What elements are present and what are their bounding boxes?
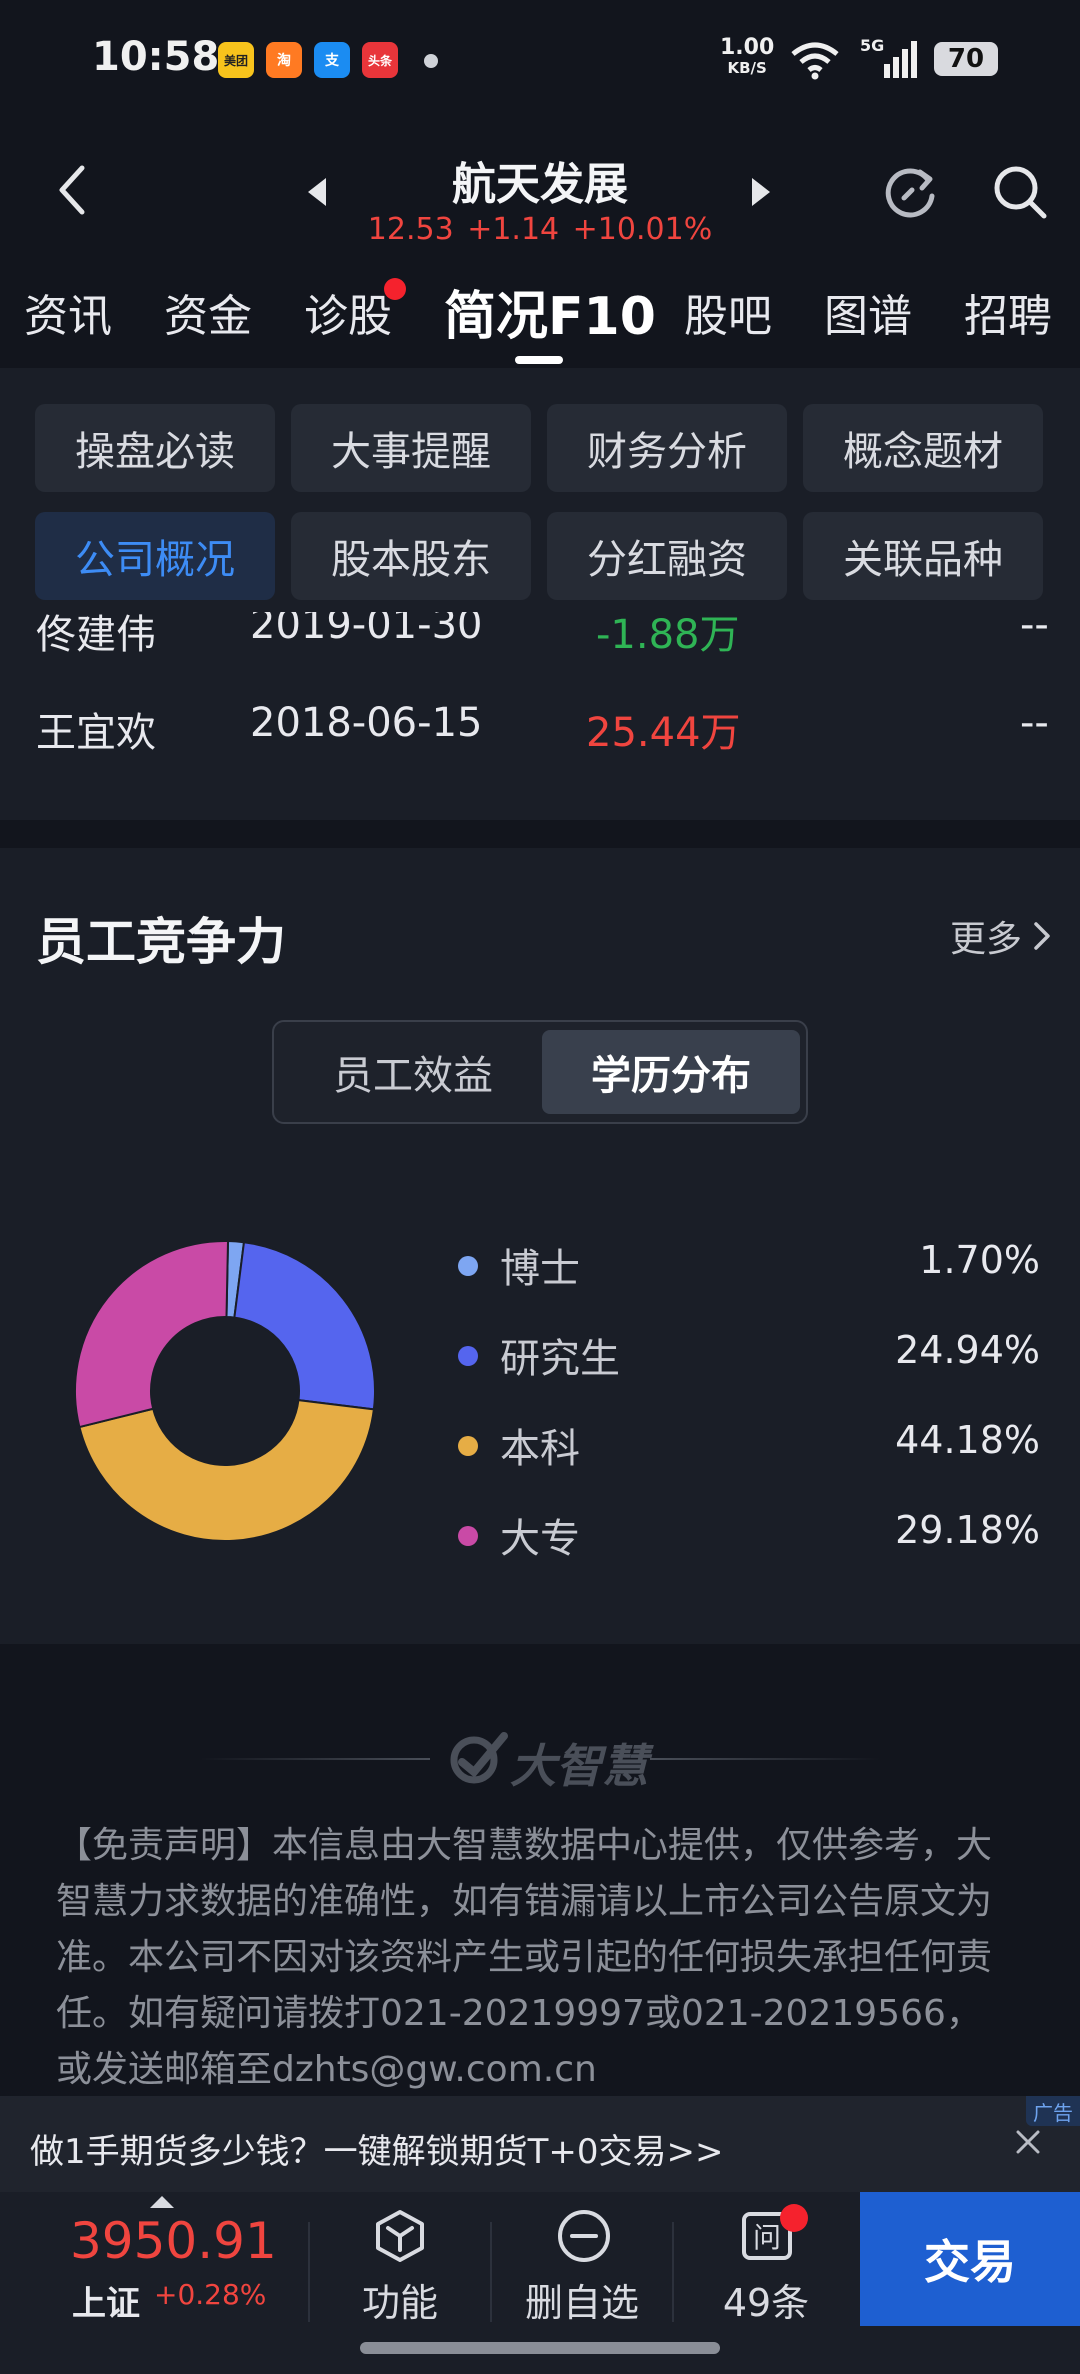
- btn-event-reminder[interactable]: 大事提醒: [291, 404, 531, 492]
- table-cell-amount: -1.88万: [596, 612, 740, 658]
- executive-trades-table: 佟建伟 2019-01-30 -1.88万 -- 王宜欢 2018-06-15 …: [0, 612, 1080, 820]
- btn-trading-must-read[interactable]: 操盘必读: [35, 404, 275, 492]
- status-time: 10:58: [92, 34, 220, 80]
- battery-indicator: 70: [934, 42, 998, 76]
- btn-financial-analysis[interactable]: 财务分析: [547, 404, 787, 492]
- legend-value: 29.18%: [895, 1508, 1040, 1552]
- legend-dot: [458, 1346, 478, 1366]
- remove-watchlist-button[interactable]: 删自选: [492, 2272, 672, 2327]
- function-button[interactable]: 功能: [310, 2272, 490, 2327]
- signal-icon: [884, 41, 917, 78]
- seg-employee-benefit[interactable]: 员工效益: [284, 1030, 542, 1114]
- alipay-app-icon: 支: [314, 42, 350, 78]
- logo-divider-right: [650, 1758, 880, 1760]
- chevron-right-icon[interactable]: [1030, 918, 1054, 954]
- expand-up-icon[interactable]: [150, 2196, 174, 2208]
- table-cell-name: 佟建伟: [36, 612, 156, 658]
- table-cell-extra: --: [1020, 612, 1049, 648]
- ad-tag: 广告: [1026, 2096, 1080, 2126]
- section-title: 员工竞争力: [36, 913, 286, 971]
- legend-label: 博士: [500, 1246, 580, 1292]
- legend-value: 44.18%: [895, 1418, 1040, 1462]
- btn-dividend-financing[interactable]: 分红融资: [547, 512, 787, 600]
- section-divider: [0, 820, 1080, 848]
- wifi-icon: [791, 42, 839, 80]
- index-name: 上证: [72, 2284, 140, 2324]
- table-cell-amount: 25.44万: [586, 710, 741, 756]
- close-icon[interactable]: [1012, 2126, 1044, 2158]
- tab-bar: 资讯 资金 诊股 简况F10 股吧 图谱 招聘: [0, 280, 1080, 360]
- tab-diagnosis[interactable]: 诊股: [304, 280, 392, 344]
- table-cell-extra: --: [1020, 700, 1049, 746]
- next-stock-icon[interactable]: [752, 178, 770, 206]
- seg-education-distribution[interactable]: 学历分布: [542, 1030, 800, 1114]
- trade-button[interactable]: 交易: [860, 2192, 1080, 2326]
- index-value[interactable]: 3950.91: [70, 2212, 277, 2270]
- net-speed: 1.00 KB/S: [720, 35, 775, 78]
- table-cell-date: 2019-01-30: [250, 612, 483, 648]
- donut-slice-本科: [78, 1398, 375, 1542]
- tab-jobs[interactable]: 招聘: [964, 280, 1052, 344]
- btn-company-overview[interactable]: 公司概况: [35, 512, 275, 600]
- tab-graph[interactable]: 图谱: [824, 280, 912, 344]
- home-indicator: [360, 2342, 720, 2354]
- btn-concept-theme[interactable]: 概念题材: [803, 404, 1043, 492]
- more-link[interactable]: 更多: [950, 910, 1022, 962]
- donut-slice-研究生: [233, 1241, 376, 1411]
- dzh-logo-icon: [450, 1732, 508, 1784]
- taobao-app-icon: 淘: [266, 42, 302, 78]
- donut-slice-大专: [74, 1240, 230, 1429]
- index-change: +0.28%: [154, 2278, 267, 2311]
- remove-watchlist-icon[interactable]: [554, 2206, 614, 2266]
- active-tab-indicator: [515, 356, 563, 364]
- legend-dot: [458, 1526, 478, 1546]
- refresh-icon[interactable]: [882, 162, 942, 222]
- notification-dot-icon: [424, 54, 438, 68]
- legend-dot: [458, 1436, 478, 1456]
- f10-menu-grid: 操盘必读 大事提醒 财务分析 概念题材 公司概况 股本股东 分红融资 关联品种: [0, 368, 1080, 612]
- btn-equity-shareholders[interactable]: 股本股东: [291, 512, 531, 600]
- table-cell-date: 2018-06-15: [250, 700, 483, 746]
- cube-function-icon[interactable]: [370, 2206, 430, 2266]
- legend-value: 24.94%: [895, 1328, 1040, 1372]
- ask-badge-dot: [780, 2204, 808, 2232]
- ask-count[interactable]: 49条: [676, 2272, 856, 2327]
- segmented-control: 员工效益 学历分布: [272, 1020, 808, 1124]
- svg-text:问: 问: [753, 2221, 781, 2254]
- legend-label: 研究生: [500, 1336, 620, 1382]
- logo-divider-left: [200, 1758, 430, 1760]
- legend-dot: [458, 1256, 478, 1276]
- meituan-app-icon: 美团: [218, 42, 254, 78]
- legend-value: 1.70%: [919, 1238, 1040, 1282]
- toutiao-app-icon: 头条: [362, 42, 398, 78]
- tab-news[interactable]: 资讯: [24, 280, 112, 344]
- disclaimer-text: 【免责声明】本信息由大智慧数据中心提供，仅供参考，大智慧力求数据的准确性，如有错…: [56, 1825, 993, 2090]
- education-donut-chart: [74, 1240, 376, 1542]
- legend-label: 大专: [500, 1516, 580, 1562]
- btn-related-products[interactable]: 关联品种: [803, 512, 1043, 600]
- table-cell-name: 王宜欢: [36, 710, 156, 756]
- toolbar-separator: [672, 2222, 674, 2322]
- ad-text[interactable]: 做1手期货多少钱？一键解锁期货T+0交易>>: [30, 2124, 724, 2173]
- tab-forum[interactable]: 股吧: [684, 280, 772, 344]
- search-icon[interactable]: [990, 162, 1050, 222]
- tab-funds[interactable]: 资金: [164, 280, 252, 344]
- tab-f10[interactable]: 简况F10: [444, 274, 656, 349]
- diagnosis-badge-dot: [384, 278, 406, 300]
- legend-label: 本科: [500, 1426, 580, 1472]
- dzh-logo-text: 大智慧: [510, 1739, 648, 1793]
